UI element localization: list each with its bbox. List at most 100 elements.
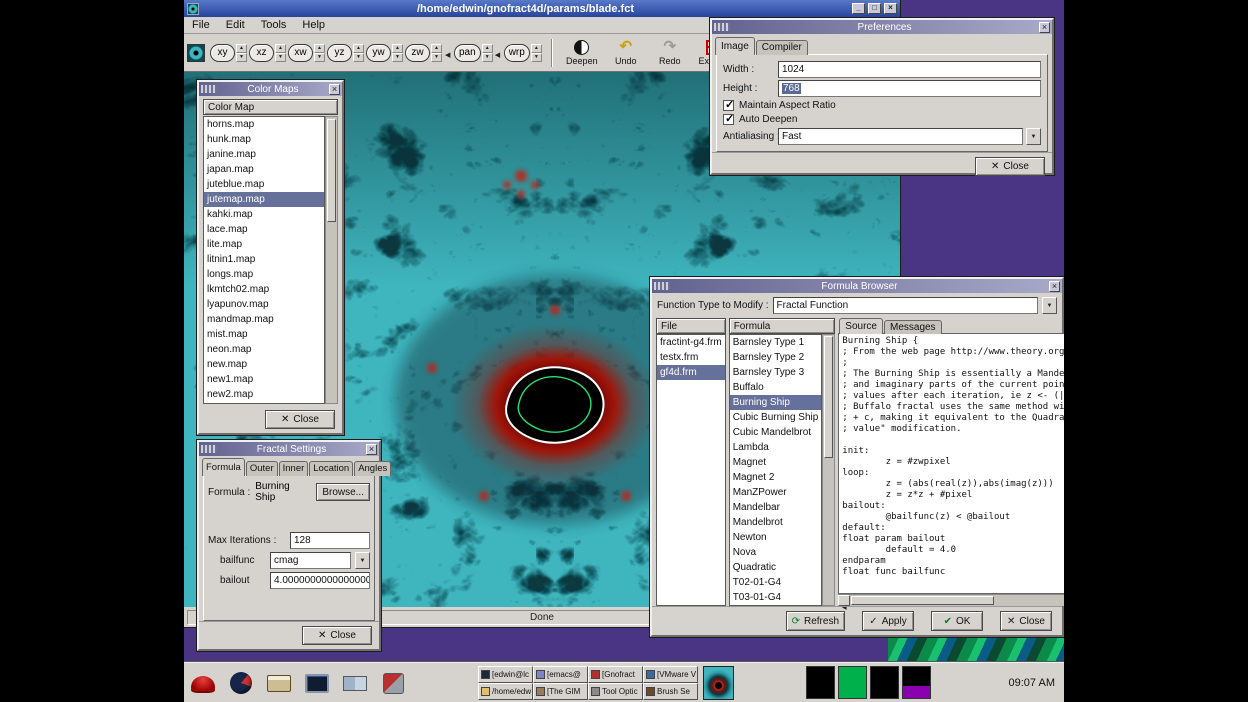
spin-up-icon[interactable] bbox=[314, 44, 325, 53]
spin-up-icon[interactable] bbox=[353, 44, 364, 53]
colormap-list-item[interactable]: juteblue.map bbox=[204, 177, 324, 192]
formula-list-item[interactable]: Cubic Burning Ship bbox=[730, 410, 822, 425]
colormap-list-item[interactable]: kahki.map bbox=[204, 207, 324, 222]
axis-button[interactable]: xz bbox=[249, 44, 274, 62]
menu-item[interactable]: Edit bbox=[218, 18, 253, 32]
tab[interactable]: Inner bbox=[279, 461, 309, 476]
close-icon[interactable]: × bbox=[366, 444, 377, 455]
preferences-titlebar[interactable]: Preferences × bbox=[712, 20, 1052, 34]
colormap-list-item[interactable]: japan.map bbox=[204, 162, 324, 177]
scrollbar-thumb[interactable] bbox=[851, 596, 994, 605]
spin-down-icon[interactable] bbox=[431, 53, 442, 62]
formula-browser-titlebar[interactable]: Formula Browser × bbox=[652, 279, 1062, 293]
task-button[interactable]: [VMware V bbox=[643, 666, 698, 683]
color-swatch[interactable] bbox=[902, 666, 931, 699]
tab[interactable]: Source bbox=[839, 318, 883, 334]
colormap-list-item[interactable]: mandmap.map bbox=[204, 312, 324, 327]
maintain-aspect-checkbox[interactable] bbox=[723, 100, 734, 111]
colormap-list-item[interactable]: new.map bbox=[204, 357, 324, 372]
spin-down-icon[interactable] bbox=[392, 53, 403, 62]
source-code[interactable]: Burning Ship { ; From the web page http:… bbox=[839, 334, 1064, 593]
color-swatch[interactable] bbox=[838, 666, 867, 699]
spin-up-icon[interactable] bbox=[392, 44, 403, 53]
max-iterations-input[interactable]: 128 bbox=[290, 532, 370, 549]
colormap-list-item[interactable]: jutemap.map bbox=[204, 192, 324, 207]
tab[interactable]: Image bbox=[715, 37, 755, 55]
panel-launcher[interactable] bbox=[341, 667, 369, 699]
spin-down-icon[interactable] bbox=[275, 53, 286, 62]
dropdown-arrow-icon[interactable]: ▼ bbox=[1042, 297, 1057, 314]
scrollbar-track[interactable] bbox=[823, 335, 834, 605]
formula-list-item[interactable]: Newton bbox=[730, 530, 822, 545]
formula-list-item[interactable]: Barnsley Type 2 bbox=[730, 350, 822, 365]
colormap-scrollbar[interactable] bbox=[325, 116, 338, 404]
bailfunc-select[interactable]: cmag bbox=[270, 552, 351, 569]
height-input[interactable]: 768 bbox=[778, 80, 1041, 97]
colormap-list-item[interactable]: mist.map bbox=[204, 327, 324, 342]
dialog-button[interactable]: ✕ Close bbox=[1000, 611, 1052, 631]
width-input[interactable]: 1024 bbox=[778, 61, 1041, 78]
pan-button[interactable]: pan bbox=[454, 44, 481, 62]
formula-list-item[interactable]: Nova bbox=[730, 545, 822, 560]
maximize-button[interactable]: □ bbox=[868, 3, 881, 14]
dialog-button[interactable]: ✔ OK bbox=[931, 611, 983, 631]
color-swatch[interactable] bbox=[806, 666, 835, 699]
close-button[interactable]: ✕ Close bbox=[975, 157, 1045, 176]
colormap-list-item[interactable]: longs.map bbox=[204, 267, 324, 282]
spin-up-icon[interactable] bbox=[482, 44, 493, 53]
fractal-settings-titlebar[interactable]: Fractal Settings × bbox=[199, 442, 379, 456]
toolbar-action-button[interactable]: Deepen bbox=[560, 35, 604, 71]
scrollbar-thumb[interactable] bbox=[327, 119, 336, 222]
colormap-list-item[interactable]: new2.map bbox=[204, 387, 324, 402]
close-icon[interactable]: × bbox=[1039, 22, 1050, 33]
spin-up-icon[interactable] bbox=[431, 44, 442, 53]
panel-launcher[interactable] bbox=[189, 667, 217, 699]
menu-item[interactable]: Help bbox=[294, 18, 333, 32]
file-list-item[interactable]: gf4d.frm bbox=[657, 365, 725, 380]
close-icon[interactable]: × bbox=[1049, 281, 1060, 292]
colormap-list-item[interactable]: lace.map bbox=[204, 222, 324, 237]
pan-left-icon[interactable] bbox=[445, 44, 454, 62]
spin-up-icon[interactable] bbox=[531, 44, 542, 53]
dialog-button[interactable]: ⟳ Refresh bbox=[786, 611, 845, 631]
tab[interactable]: Messages bbox=[884, 320, 942, 334]
scroll-left-icon[interactable] bbox=[838, 595, 850, 606]
spin-down-icon[interactable] bbox=[314, 53, 325, 62]
tab[interactable]: Location bbox=[309, 461, 353, 476]
colormap-list-item[interactable]: litnin1.map bbox=[204, 252, 324, 267]
toolbar-action-button[interactable]: Undo bbox=[604, 35, 648, 71]
spin-up-icon[interactable] bbox=[236, 44, 247, 53]
formula-list-item[interactable]: Barnsley Type 1 bbox=[730, 335, 822, 350]
axis-button[interactable]: xy bbox=[210, 44, 235, 62]
close-button[interactable]: × bbox=[884, 3, 897, 14]
spin-down-icon[interactable] bbox=[236, 53, 247, 62]
bailout-input[interactable]: 4.00000000000000000 bbox=[270, 572, 370, 589]
dialog-button[interactable]: ✓ Apply bbox=[862, 611, 914, 631]
colormap-list-item[interactable]: janine.map bbox=[204, 147, 324, 162]
color-maps-titlebar[interactable]: Color Maps × bbox=[199, 82, 342, 96]
task-button[interactable]: [Gnofract bbox=[588, 666, 643, 683]
formula-list-item[interactable]: T02-01-G4 bbox=[730, 575, 822, 590]
auto-deepen-checkbox[interactable] bbox=[723, 114, 734, 125]
formula-list-item[interactable]: ManZPower bbox=[730, 485, 822, 500]
colormap-list-item[interactable]: lyapunov.map bbox=[204, 297, 324, 312]
formula-list-item[interactable]: Mandelbrot bbox=[730, 515, 822, 530]
formula-list-item[interactable]: Quadratic bbox=[730, 560, 822, 575]
panel-launcher[interactable] bbox=[227, 667, 255, 699]
task-button[interactable]: [The GIM bbox=[533, 683, 588, 700]
formula-list-item[interactable]: Magnet bbox=[730, 455, 822, 470]
formula-scrollbar[interactable] bbox=[822, 334, 835, 606]
colormap-list-item[interactable]: new1.map bbox=[204, 372, 324, 387]
pan-button[interactable]: wrp bbox=[504, 44, 530, 62]
spin-up-icon[interactable] bbox=[275, 44, 286, 53]
browse-button[interactable]: Browse... bbox=[316, 483, 370, 501]
scrollbar-track[interactable] bbox=[850, 595, 1064, 606]
toolbar-action-button[interactable]: Redo bbox=[648, 35, 692, 71]
formula-list-item[interactable]: Barnsley Type 3 bbox=[730, 365, 822, 380]
axis-button[interactable]: zw bbox=[405, 44, 430, 62]
formula-list-item[interactable]: Magnet 2 bbox=[730, 470, 822, 485]
colormap-list-item[interactable]: lite.map bbox=[204, 237, 324, 252]
tab[interactable]: Angles bbox=[354, 461, 391, 476]
scrollbar-thumb[interactable] bbox=[824, 336, 833, 458]
dropdown-arrow-icon[interactable]: ▼ bbox=[355, 552, 370, 569]
